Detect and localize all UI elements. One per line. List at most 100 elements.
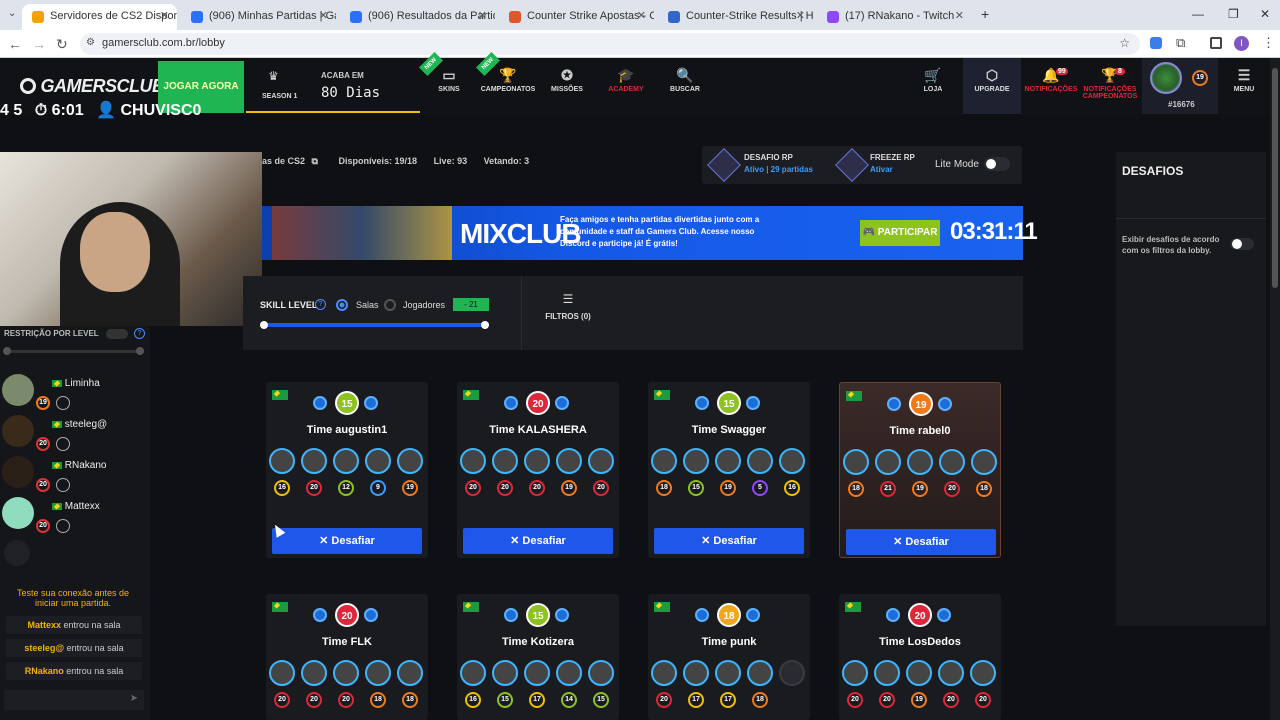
team-card[interactable]: 15 Time augustin1 16 20 12 9 19 ✕ Desafiar bbox=[266, 382, 428, 558]
member-avatar[interactable] bbox=[460, 660, 486, 686]
level-slider-min-handle[interactable] bbox=[3, 347, 11, 355]
new-tab-button[interactable]: + bbox=[981, 6, 989, 22]
level-slider[interactable] bbox=[6, 350, 140, 353]
member-avatar[interactable] bbox=[971, 449, 997, 475]
jogadores-radio[interactable] bbox=[384, 299, 396, 311]
desafio-rp-status[interactable]: Ativo | 29 partidas bbox=[744, 165, 813, 174]
profile-avatar[interactable]: I bbox=[1234, 36, 1249, 51]
tab-close-icon[interactable]: ✕ bbox=[478, 9, 487, 22]
member-avatar[interactable] bbox=[492, 660, 518, 686]
maximize-button[interactable]: ❐ bbox=[1228, 7, 1239, 21]
member-avatar[interactable] bbox=[301, 448, 327, 474]
filters-button[interactable]: ☰ FILTROS (0) bbox=[541, 292, 595, 321]
nav-item-buscar[interactable]: 🔍 BUSCAR bbox=[656, 64, 714, 93]
close-window-button[interactable]: ✕ bbox=[1260, 7, 1270, 21]
tab-close-icon[interactable]: ✕ bbox=[796, 9, 805, 22]
bookmark-star-icon[interactable]: ☆ bbox=[1119, 36, 1130, 50]
member-avatar[interactable] bbox=[524, 660, 550, 686]
empty-slot[interactable] bbox=[4, 540, 30, 566]
member-avatar[interactable] bbox=[907, 449, 933, 475]
member-avatar[interactable] bbox=[460, 448, 486, 474]
member-avatar[interactable] bbox=[397, 660, 423, 686]
nav-item-academy[interactable]: 🎓 ACADEMY bbox=[597, 64, 655, 93]
send-icon[interactable]: ➤ bbox=[130, 693, 138, 704]
member-avatar[interactable] bbox=[333, 448, 359, 474]
lobby-player[interactable]: Mattexx 20 bbox=[0, 495, 150, 535]
tab-close-icon[interactable]: ✕ bbox=[160, 9, 169, 22]
puzzle-icon[interactable]: ⧉ bbox=[1176, 35, 1185, 51]
member-avatar[interactable] bbox=[715, 448, 741, 474]
external-link-icon[interactable]: ⧉ bbox=[312, 156, 318, 166]
member-avatar[interactable] bbox=[906, 660, 932, 686]
lobby-player[interactable]: steeleg@ 20 bbox=[0, 413, 150, 453]
team-card[interactable]: 15 Time Kotizera 16 15 17 14 15 bbox=[457, 594, 619, 720]
member-avatar[interactable] bbox=[588, 660, 614, 686]
member-avatar[interactable] bbox=[301, 660, 327, 686]
url-input[interactable]: ⚙ gamersclub.com.br/lobby ☆ bbox=[80, 33, 1140, 55]
salas-radio[interactable] bbox=[336, 299, 348, 311]
browser-tab[interactable]: (906) Resultados da Partida | G✕ bbox=[340, 4, 495, 30]
member-avatar[interactable] bbox=[556, 660, 582, 686]
member-avatar[interactable] bbox=[524, 448, 550, 474]
challenge-button[interactable]: ✕ Desafiar bbox=[272, 528, 422, 554]
skill-slider-min-handle[interactable] bbox=[260, 321, 268, 329]
browser-menu-icon[interactable]: ⋮ bbox=[1262, 35, 1275, 51]
member-avatar[interactable] bbox=[747, 660, 773, 686]
member-avatar[interactable] bbox=[747, 448, 773, 474]
member-avatar[interactable] bbox=[874, 660, 900, 686]
member-avatar[interactable] bbox=[397, 448, 423, 474]
restriction-toggle[interactable] bbox=[106, 329, 128, 339]
member-avatar[interactable] bbox=[269, 660, 295, 686]
challenge-button[interactable]: ✕ Desafiar bbox=[654, 528, 804, 554]
challenge-button[interactable]: ✕ Desafiar bbox=[846, 529, 996, 555]
skill-slider[interactable] bbox=[263, 323, 485, 327]
tab-close-icon[interactable]: ✕ bbox=[955, 9, 964, 22]
scrollbar-thumb[interactable] bbox=[1272, 68, 1278, 288]
member-avatar[interactable] bbox=[588, 448, 614, 474]
member-avatar[interactable] bbox=[333, 660, 359, 686]
gc-logo[interactable]: GAMERSCLUB bbox=[20, 76, 165, 97]
member-avatar[interactable] bbox=[365, 448, 391, 474]
member-avatar[interactable] bbox=[939, 449, 965, 475]
member-avatar[interactable] bbox=[843, 449, 869, 475]
member-avatar[interactable] bbox=[269, 448, 295, 474]
season-block[interactable]: ♛ SEASON 1 ACABA EM 80 Dias bbox=[246, 61, 420, 113]
extension-icon[interactable] bbox=[1150, 37, 1162, 49]
nav-item-menu[interactable]: ☰ MENU bbox=[1215, 64, 1273, 93]
nav-item-notificacoes[interactable]: 🔔 NOTIFICAÇÕES bbox=[1022, 64, 1080, 93]
skill-slider-max-handle[interactable] bbox=[481, 321, 489, 329]
forward-icon[interactable]: → bbox=[32, 36, 46, 52]
tab-search-icon[interactable]: ⌄ bbox=[8, 8, 16, 19]
lobby-player[interactable]: RNakano 20 bbox=[0, 454, 150, 494]
challenges-filter-toggle[interactable] bbox=[1230, 238, 1254, 250]
page-scrollbar[interactable] bbox=[1270, 58, 1280, 720]
member-avatar[interactable] bbox=[938, 660, 964, 686]
user-profile[interactable]: 19 #16676 bbox=[1142, 58, 1218, 114]
tab-close-icon[interactable]: ✕ bbox=[319, 9, 328, 22]
site-info-icon[interactable]: ⚙ bbox=[86, 37, 95, 48]
tab-close-icon[interactable]: ✕ bbox=[637, 9, 646, 22]
member-avatar[interactable] bbox=[779, 448, 805, 474]
mixclub-banner[interactable]: MIXCLUB Faça amigos e tenha partidas div… bbox=[262, 206, 1038, 260]
challenge-button[interactable]: ✕ Desafiar bbox=[463, 528, 613, 554]
sidepanel-icon[interactable] bbox=[1210, 37, 1222, 49]
team-card[interactable]: 19 Time rabel0 18 21 19 20 18 ✕ Desafiar bbox=[839, 382, 1001, 558]
team-card[interactable]: 20 Time KALASHERA 20 20 20 19 20 ✕ Desafiar bbox=[457, 382, 619, 558]
member-avatar[interactable] bbox=[970, 660, 996, 686]
lobby-player[interactable]: Liminha 19 bbox=[0, 372, 150, 412]
browser-tab[interactable]: (906) Minhas Partidas | Gamers✕ bbox=[181, 4, 336, 30]
browser-tab[interactable]: Servidores de CS2 Disponí ✕ bbox=[22, 4, 177, 30]
skill-help-icon[interactable]: ? bbox=[315, 299, 326, 310]
help-icon[interactable]: ? bbox=[134, 328, 145, 339]
back-icon[interactable]: ← bbox=[8, 36, 22, 52]
member-avatar[interactable] bbox=[715, 660, 741, 686]
participate-button[interactable]: 🎮 PARTICIPAR bbox=[860, 220, 940, 246]
member-avatar[interactable] bbox=[842, 660, 868, 686]
member-avatar[interactable] bbox=[683, 448, 709, 474]
browser-tab[interactable]: Counter-Strike Results | HLTV.c✕ bbox=[658, 4, 813, 30]
freeze-rp-activate[interactable]: Ativar bbox=[870, 165, 893, 174]
servers-link[interactable]: as de CS2 bbox=[262, 156, 305, 166]
nav-item-loja[interactable]: 🛒 LOJA bbox=[904, 64, 962, 93]
team-card[interactable]: 20 Time FLK 20 20 20 18 18 bbox=[266, 594, 428, 720]
desafio-rp-icon[interactable] bbox=[707, 148, 741, 182]
